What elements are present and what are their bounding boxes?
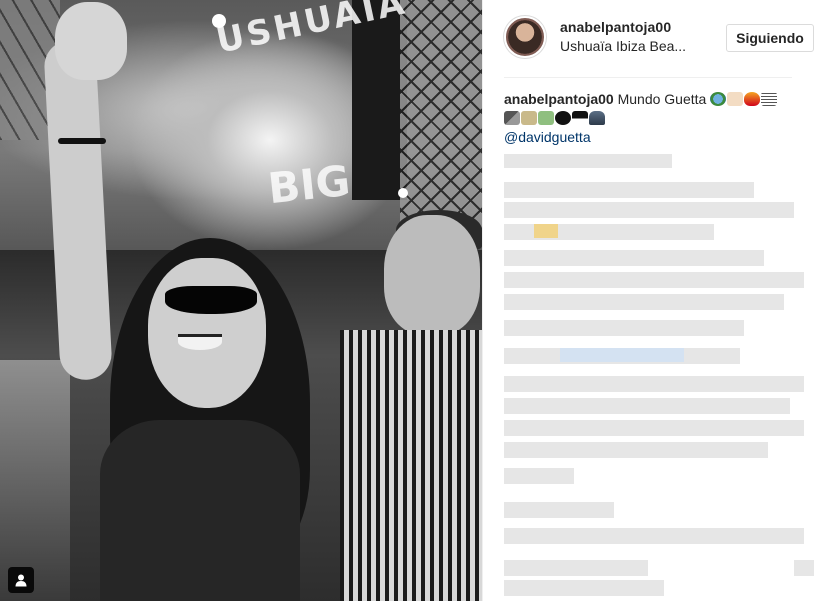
blurred-text-line [504, 376, 804, 392]
fire-emoji [744, 92, 761, 106]
stage-light [398, 188, 408, 198]
man-head [384, 215, 480, 335]
caption-username[interactable]: anabelpantoja00 [504, 91, 614, 107]
person-icon [15, 574, 27, 587]
post-photo[interactable]: USHUAÏA BIG [0, 0, 482, 601]
blurred-text-line [504, 580, 664, 596]
mention-link[interactable]: @davidguetta [504, 128, 792, 147]
blurred-comments [504, 150, 814, 601]
crowd-person-left [0, 360, 70, 601]
following-button[interactable]: Siguiendo [726, 24, 814, 52]
blurred-text-line [504, 560, 648, 576]
blurred-highlight [534, 224, 558, 238]
blurred-text-line [794, 560, 814, 576]
blurred-text-line [504, 182, 754, 198]
location-link[interactable]: Ushuaïa Ibiza Bea... [560, 38, 686, 54]
stage-truss-right [400, 0, 482, 230]
blurred-text-line [504, 420, 804, 436]
blurred-text-line [504, 528, 804, 544]
music-score-emoji [761, 92, 778, 106]
emoji-row [504, 109, 792, 128]
blurred-text-line [504, 154, 672, 168]
blurred-link [560, 348, 684, 362]
bottle-emoji [521, 111, 537, 125]
header-divider [504, 77, 792, 78]
blurred-text-line [504, 320, 744, 336]
wristband [58, 138, 106, 144]
stage-sign: BIG [265, 155, 353, 214]
blurred-text-line [504, 202, 794, 218]
plaid-shirt [340, 330, 482, 601]
blurred-text-line [504, 272, 804, 288]
stage-light [212, 14, 226, 28]
caption-text: Mundo Guetta [617, 91, 707, 107]
post-header: anabelpantoja00 Ushuaïa Ibiza Bea... Sig… [504, 16, 814, 62]
sunglasses [165, 286, 257, 314]
blurred-text-line [504, 398, 790, 414]
blurred-text-line [504, 502, 614, 518]
car-emoji [589, 111, 605, 125]
blurred-text-line [504, 250, 764, 266]
woman-torso [100, 420, 300, 601]
globe-emoji [710, 92, 727, 106]
money-emoji [538, 111, 554, 125]
raised-hand [55, 2, 127, 80]
username-link[interactable]: anabelpantoja00 [560, 19, 671, 35]
black-heart-emoji [555, 111, 571, 125]
blurred-text-line [504, 442, 768, 458]
woman-face [148, 258, 266, 408]
microphone-emoji [504, 111, 520, 125]
blurred-text-line [504, 468, 574, 484]
smile [178, 334, 222, 350]
blurred-text-line [504, 294, 784, 310]
raised-hands-emoji [727, 92, 744, 106]
avatar[interactable] [504, 16, 546, 58]
user-tag-icon[interactable] [8, 567, 34, 593]
top-emoji [572, 111, 588, 125]
post-caption: anabelpantoja00 Mundo Guetta @davidguett… [504, 90, 792, 147]
